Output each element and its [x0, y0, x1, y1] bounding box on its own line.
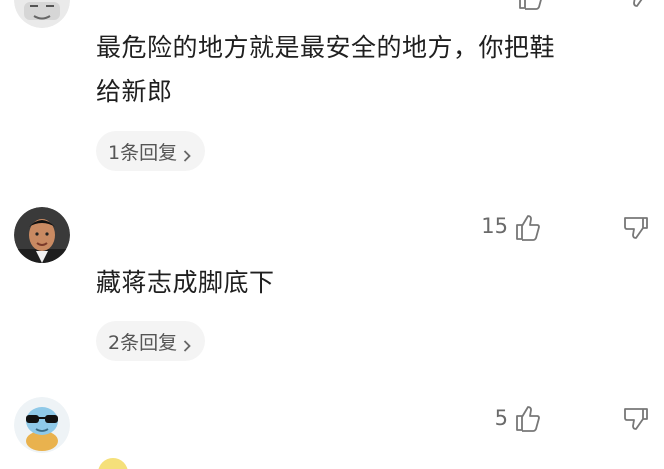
comment-1-avatar[interactable] [14, 0, 70, 28]
comment-1-text: 最危险的地方就是最安全的地方，你把鞋 给新郎 [96, 26, 636, 114]
comment-1-dislike-icon[interactable] [622, 0, 650, 12]
comment-2-text: 藏蒋志成脚底下 [96, 268, 275, 297]
chevron-right-icon [183, 335, 191, 352]
chevron-right-icon [183, 145, 191, 162]
comment-list: 最危险的地方就是最安全的地方，你把鞋 给新郎 1条回复 15 藏蒋志成脚底下 2… [0, 0, 664, 469]
comment-1-like-icon[interactable] [516, 0, 544, 10]
partial-emoji-icon [98, 458, 128, 469]
thumbs-down-icon[interactable] [622, 216, 650, 244]
thumbs-up-icon[interactable] [514, 404, 542, 432]
thumbs-down-icon[interactable] [622, 407, 650, 435]
comment-1-text-line2: 给新郎 [96, 77, 173, 106]
comment-2-avatar[interactable] [14, 207, 70, 263]
comment-2-like-count: 15 [481, 214, 508, 238]
comment-2-reply-label: 2条回复 [108, 331, 178, 354]
comment-3-like-count: 5 [494, 406, 508, 430]
comment-2-reply-button[interactable]: 2条回复 [96, 321, 206, 361]
thumbs-up-icon[interactable] [514, 213, 542, 241]
comment-1-reply-label: 1条回复 [108, 141, 178, 164]
comment-1-text-line1: 最危险的地方就是最安全的地方，你把鞋 [96, 33, 556, 62]
comment-1-reply-button[interactable]: 1条回复 [96, 131, 206, 171]
comment-3-avatar[interactable] [14, 397, 70, 453]
